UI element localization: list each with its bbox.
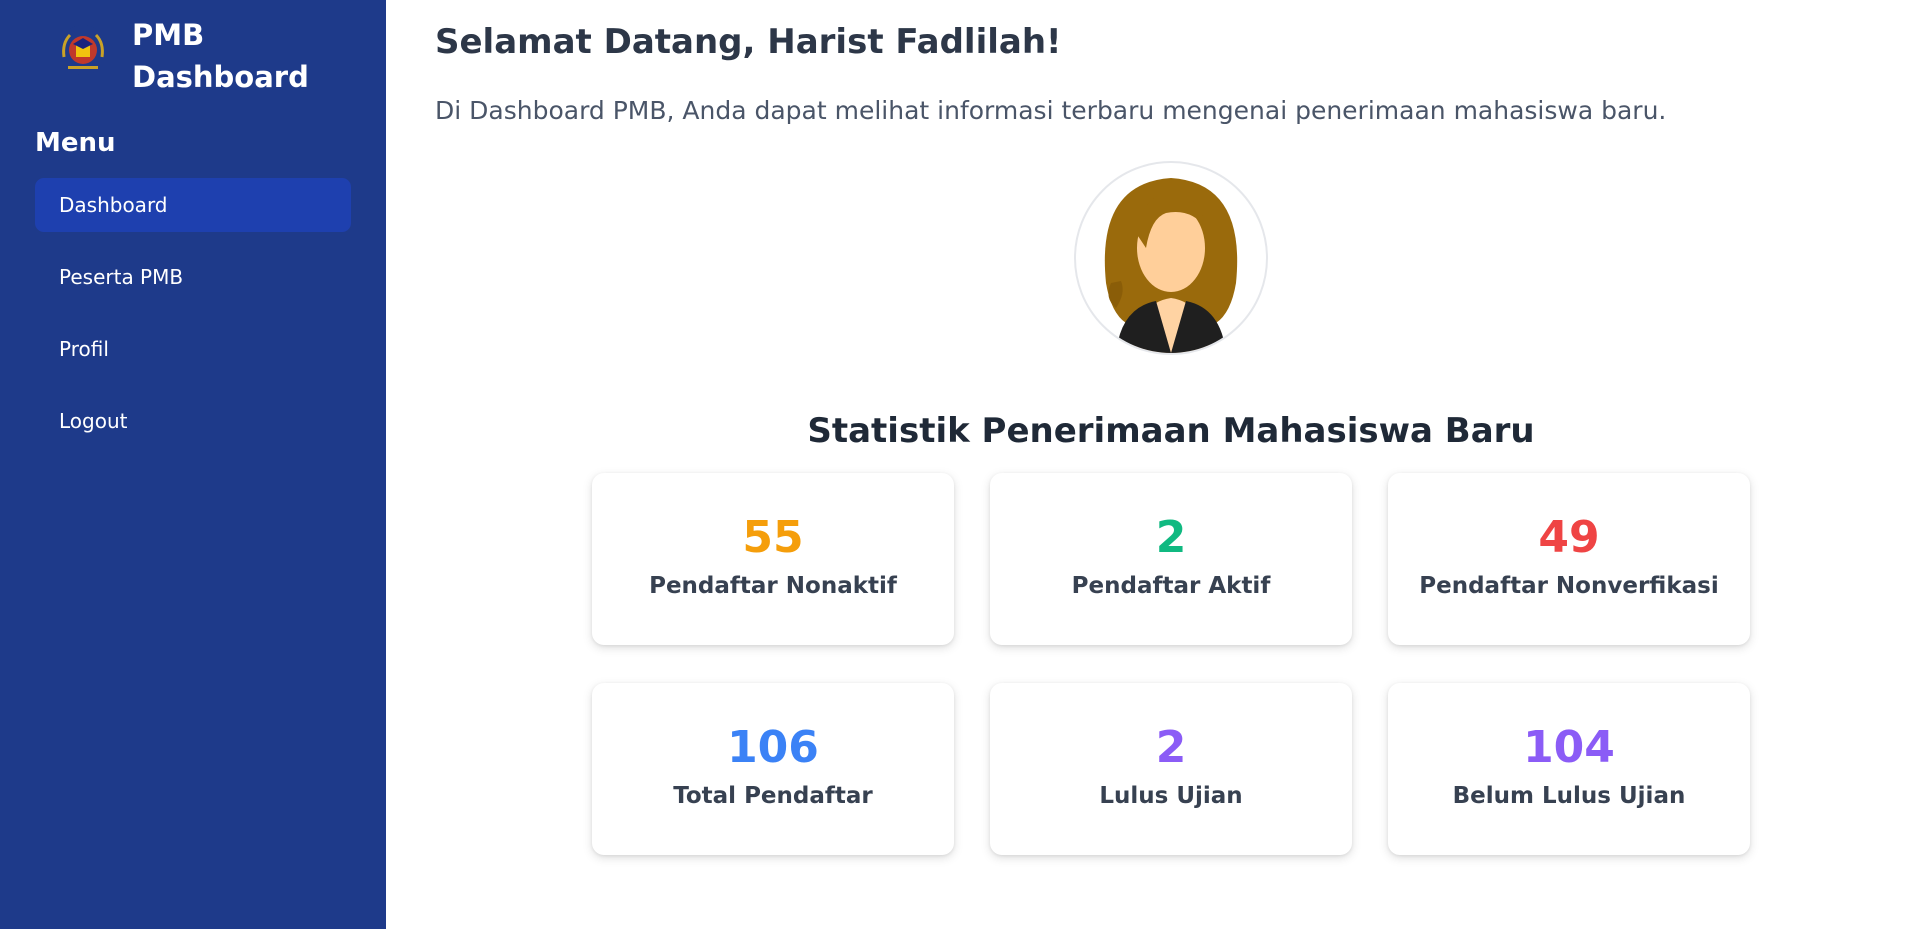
main-content: Selamat Datang, Harist Fadlilah! Di Dash… xyxy=(386,0,1907,929)
sidebar: PMB Dashboard Menu Dashboard Peserta PMB… xyxy=(0,0,386,929)
stat-label: Belum Lulus Ujian xyxy=(1452,783,1686,809)
welcome-heading: Selamat Datang, Harist Fadlilah! xyxy=(435,22,1062,62)
stat-card-pendaftar-aktif: 2 Pendaftar Aktif xyxy=(990,473,1352,645)
sidebar-item-peserta-pmb[interactable]: Peserta PMB xyxy=(35,250,351,304)
sidebar-nav: Dashboard Peserta PMB Profil Logout xyxy=(35,178,351,448)
stat-card-total-pendaftar: 106 Total Pendaftar xyxy=(592,683,954,855)
stat-value: 2 xyxy=(1155,512,1187,563)
stat-card-lulus-ujian: 2 Lulus Ujian xyxy=(990,683,1352,855)
stat-value: 2 xyxy=(1155,722,1187,773)
stat-label: Total Pendaftar xyxy=(673,783,873,809)
sidebar-item-profil[interactable]: Profil xyxy=(35,322,351,376)
graduation-emblem-icon xyxy=(55,22,111,78)
intro-text: Di Dashboard PMB, Anda dapat melihat inf… xyxy=(435,96,1667,125)
stat-value: 49 xyxy=(1538,512,1600,563)
stat-value: 104 xyxy=(1523,722,1615,773)
sidebar-item-logout[interactable]: Logout xyxy=(35,394,351,448)
user-avatar-icon xyxy=(1074,161,1268,355)
stats-title: Statistik Penerimaan Mahasiswa Baru xyxy=(807,411,1535,451)
avatar-container xyxy=(435,161,1907,355)
stat-label: Lulus Ujian xyxy=(1099,783,1243,809)
stat-label: Pendaftar Nonaktif xyxy=(649,573,897,599)
stats-grid: 55 Pendaftar Nonaktif 2 Pendaftar Aktif … xyxy=(435,473,1907,855)
stat-label: Pendaftar Nonverfikasi xyxy=(1419,573,1719,599)
menu-heading: Menu xyxy=(35,128,116,158)
stat-value: 106 xyxy=(727,722,819,773)
brand-title-line2: Dashboard xyxy=(132,60,309,94)
stat-card-pendaftar-nonaktif: 55 Pendaftar Nonaktif xyxy=(592,473,954,645)
sidebar-item-dashboard[interactable]: Dashboard xyxy=(35,178,351,232)
brand[interactable]: PMB Dashboard xyxy=(35,14,351,98)
stat-card-pendaftar-nonverfikasi: 49 Pendaftar Nonverfikasi xyxy=(1388,473,1750,645)
brand-title: PMB Dashboard xyxy=(132,14,309,98)
stat-value: 55 xyxy=(742,512,804,563)
brand-title-line1: PMB xyxy=(132,18,205,52)
stat-card-belum-lulus-ujian: 104 Belum Lulus Ujian xyxy=(1388,683,1750,855)
stat-label: Pendaftar Aktif xyxy=(1071,573,1271,599)
